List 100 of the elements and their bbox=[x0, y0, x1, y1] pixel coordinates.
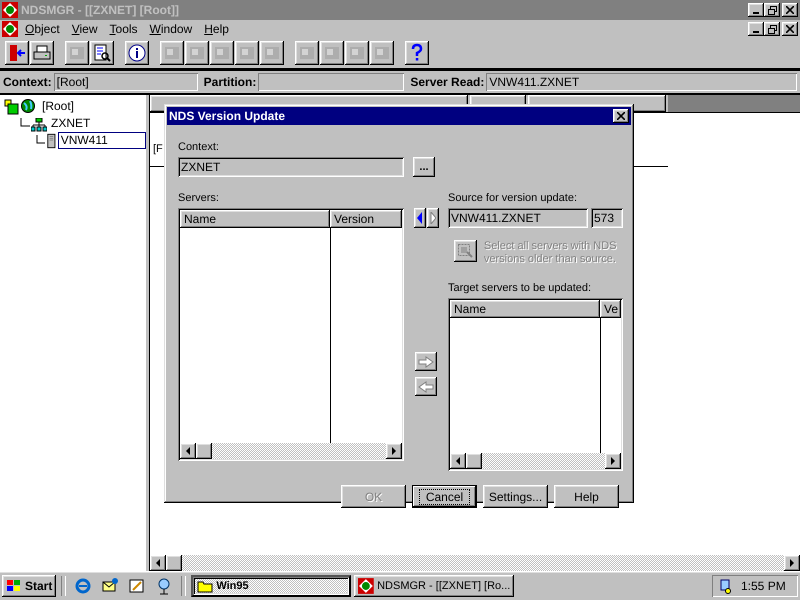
info-button[interactable] bbox=[125, 41, 149, 65]
close-button[interactable] bbox=[613, 109, 629, 123]
servers-label: Servers: bbox=[178, 191, 220, 205]
clock: 1:55 PM bbox=[741, 579, 786, 593]
select-all-text: Select all servers with NDS versions older than source. bbox=[484, 240, 618, 266]
help-button[interactable] bbox=[405, 41, 429, 65]
menu-item[interactable]: View bbox=[66, 22, 103, 36]
column-header[interactable]: Name bbox=[450, 300, 600, 318]
left-arrow-icon bbox=[418, 380, 434, 392]
restore-icon bbox=[768, 24, 776, 34]
tool-icon bbox=[350, 47, 364, 59]
menu-item[interactable]: Help bbox=[199, 22, 234, 36]
horizontal-scrollbar[interactable] bbox=[450, 453, 621, 469]
app-icon bbox=[358, 578, 374, 594]
scroll-thumb[interactable] bbox=[466, 453, 482, 469]
left-triangle-icon bbox=[416, 212, 423, 224]
tool-icon bbox=[240, 47, 254, 59]
context-bar-label: Server Read: bbox=[410, 75, 484, 89]
source-server-field: VNW411.ZXNET bbox=[448, 208, 588, 228]
window-title: NDSMGR - [[ZXNET] [Root]] bbox=[21, 3, 179, 17]
close-button[interactable] bbox=[782, 3, 798, 17]
tree-item[interactable]: [Root] bbox=[39, 98, 78, 115]
close-icon bbox=[786, 25, 794, 33]
tool-icon bbox=[300, 47, 314, 59]
windows-flag-icon bbox=[6, 579, 22, 593]
tool-icon bbox=[325, 47, 339, 59]
restore-button[interactable] bbox=[764, 22, 780, 36]
tool-icon bbox=[215, 47, 229, 59]
tree-item[interactable]: VNW411 bbox=[58, 132, 146, 149]
right-triangle-icon bbox=[610, 457, 616, 465]
context-field[interactable]: ZXNET bbox=[178, 157, 404, 177]
scroll-left-button[interactable] bbox=[450, 453, 466, 469]
taskbar-button[interactable]: Win95 bbox=[191, 575, 352, 597]
tool-icon bbox=[265, 47, 279, 59]
column-header[interactable]: Name bbox=[180, 210, 330, 228]
scroll-left-button[interactable] bbox=[180, 443, 196, 459]
selection-icon bbox=[457, 243, 474, 259]
info-icon bbox=[127, 43, 147, 63]
tool-icon bbox=[190, 47, 204, 59]
folder-icon bbox=[197, 579, 214, 593]
column-header[interactable]: Version bbox=[330, 210, 402, 228]
dialog-title: NDS Version Update bbox=[169, 109, 286, 123]
left-triangle-icon bbox=[155, 559, 161, 567]
tool-icon bbox=[375, 47, 389, 59]
minimize-button[interactable] bbox=[748, 3, 764, 17]
help-button[interactable]: Help bbox=[554, 485, 619, 508]
server-icon bbox=[46, 133, 57, 149]
settings-button[interactable]: Settings... bbox=[483, 485, 548, 508]
tree-item[interactable]: ZXNET bbox=[48, 115, 94, 132]
previous-button[interactable] bbox=[414, 208, 426, 228]
scroll-thumb[interactable] bbox=[196, 443, 212, 459]
close-icon bbox=[786, 6, 794, 14]
left-triangle-icon bbox=[185, 447, 191, 455]
minimize-button[interactable] bbox=[748, 22, 764, 36]
horizontal-scrollbar[interactable] bbox=[180, 443, 402, 459]
close-icon bbox=[617, 112, 625, 120]
scroll-left-button[interactable] bbox=[150, 555, 166, 571]
horizontal-scrollbar[interactable] bbox=[150, 555, 800, 571]
context-bar-field: [Root] bbox=[54, 73, 198, 91]
scroll-right-button[interactable] bbox=[386, 443, 402, 459]
scroll-right-button[interactable] bbox=[784, 555, 800, 571]
tool-icon bbox=[70, 47, 84, 59]
right-arrow-icon bbox=[418, 356, 434, 368]
menu-item[interactable]: Object bbox=[20, 22, 65, 36]
context-bar-label: Partition: bbox=[204, 75, 256, 89]
document-icon[interactable] bbox=[2, 21, 18, 37]
menu-item[interactable]: Window bbox=[144, 22, 198, 36]
column-header[interactable]: Ve bbox=[600, 300, 621, 318]
source-version-field: 573 bbox=[591, 208, 623, 228]
source-label: Source for version update: bbox=[448, 191, 578, 205]
restore-button[interactable] bbox=[764, 3, 780, 17]
taskbar-button[interactable]: NDSMGR - [[ZXNET] [Ro... bbox=[354, 575, 514, 597]
browse-button[interactable]: ... bbox=[413, 157, 435, 177]
context-label: Context: bbox=[178, 140, 220, 154]
network-icon bbox=[31, 118, 47, 132]
context-bar-field: VNW411.ZXNET bbox=[486, 73, 797, 91]
context-bar-label: Context: bbox=[3, 75, 52, 89]
exit-button[interactable] bbox=[5, 41, 29, 65]
app-icon bbox=[2, 2, 18, 18]
target-list[interactable]: Name Ve bbox=[448, 298, 623, 471]
servers-list[interactable]: Name Version bbox=[178, 208, 404, 461]
print-button[interactable] bbox=[30, 41, 54, 65]
left-triangle-icon bbox=[455, 457, 461, 465]
close-button[interactable] bbox=[782, 22, 798, 36]
tree-root-icon bbox=[4, 99, 38, 115]
tool-icon bbox=[165, 47, 179, 59]
restore-icon bbox=[768, 6, 776, 14]
cancel-button[interactable]: Cancel bbox=[412, 485, 477, 508]
scroll-right-button[interactable] bbox=[605, 453, 621, 469]
scroll-thumb[interactable] bbox=[166, 555, 182, 571]
list-cell: [F bbox=[153, 143, 163, 155]
right-triangle-icon bbox=[789, 559, 795, 567]
right-triangle-icon bbox=[391, 447, 398, 455]
target-label: Target servers to be updated: bbox=[448, 281, 592, 295]
document-search-icon bbox=[92, 43, 112, 63]
door-arrow-icon bbox=[7, 43, 27, 63]
right-triangle-icon bbox=[430, 212, 436, 224]
start-button[interactable]: Start bbox=[2, 575, 56, 597]
browse-button[interactable] bbox=[90, 41, 114, 65]
menu-item[interactable]: Tools bbox=[104, 22, 143, 36]
